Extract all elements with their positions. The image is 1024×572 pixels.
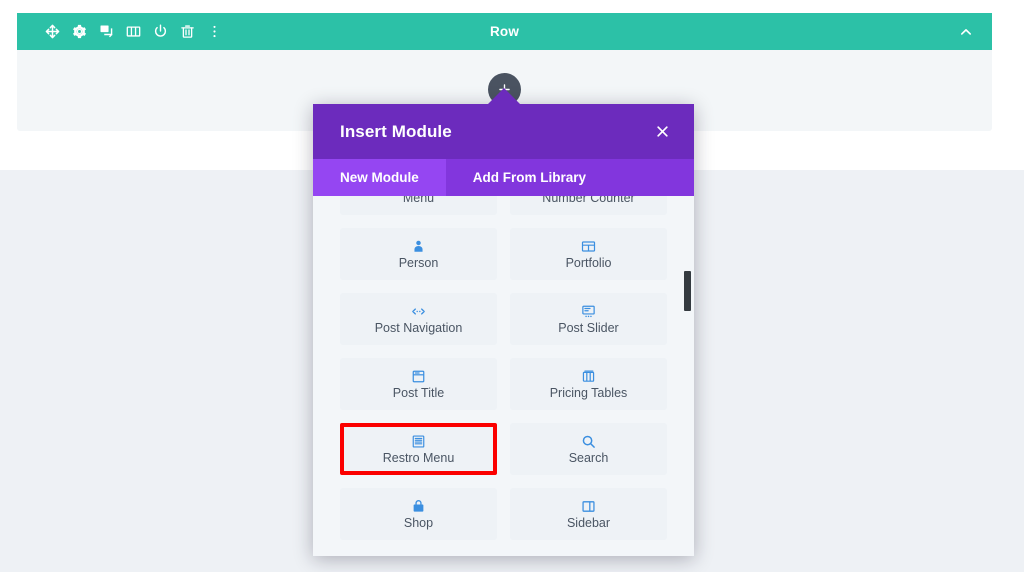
restro-menu-icon <box>411 433 426 449</box>
modal-tabs: New Module Add From Library <box>313 159 694 196</box>
module-tile-label: Post Slider <box>558 321 619 336</box>
pricing-tables-icon <box>581 368 596 384</box>
columns-icon[interactable] <box>120 21 147 43</box>
sidebar-icon <box>581 498 596 514</box>
module-tile-label: Number Counter <box>542 196 635 206</box>
more-options-icon[interactable] <box>201 21 228 43</box>
module-tile-post-title[interactable]: Post Title <box>340 358 497 410</box>
power-icon[interactable] <box>147 21 174 43</box>
module-grid: Menu Number Counter Person Portfolio Post Na… <box>340 196 667 540</box>
module-tile-person[interactable]: Person <box>340 228 497 280</box>
module-tile-label: Pricing Tables <box>549 386 628 401</box>
close-icon[interactable] <box>650 120 674 144</box>
portfolio-icon <box>581 238 596 254</box>
insert-module-modal: Insert Module New Module Add From Librar… <box>313 104 694 556</box>
person-icon <box>411 238 426 254</box>
module-tile-pricing-tables[interactable]: Pricing Tables <box>510 358 667 410</box>
modal-pointer <box>487 88 521 105</box>
module-tile-label: Portfolio <box>565 256 612 271</box>
shop-icon <box>411 498 426 514</box>
module-tile-label: Menu <box>402 196 435 206</box>
duplicate-icon[interactable] <box>93 21 120 43</box>
trash-icon[interactable] <box>174 21 201 43</box>
row-toolbar: Row <box>17 13 992 50</box>
module-tile-label: Post Navigation <box>374 321 463 336</box>
module-tile-post-slider[interactable]: Post Slider <box>510 293 667 345</box>
module-tile-portfolio[interactable]: Portfolio <box>510 228 667 280</box>
module-tile-post-navigation[interactable]: Post Navigation <box>340 293 497 345</box>
module-tile-label: Search <box>568 451 609 466</box>
module-tile-sidebar[interactable]: Sidebar <box>510 488 667 540</box>
module-tile-search[interactable]: Search <box>510 423 667 475</box>
tab-new-module[interactable]: New Module <box>313 159 446 196</box>
module-tile-menu[interactable]: Menu <box>340 196 497 215</box>
search-icon <box>581 433 596 449</box>
module-list: Menu Number Counter Person Portfolio Post Na… <box>313 196 694 556</box>
module-tile-restro-menu[interactable]: Restro Menu <box>340 423 497 475</box>
move-icon[interactable] <box>39 21 66 43</box>
post-title-icon <box>411 368 426 384</box>
module-tile-label: Person <box>398 256 439 271</box>
module-tile-label: Restro Menu <box>382 451 455 466</box>
chevron-up-icon[interactable] <box>954 13 978 50</box>
module-tile-label: Shop <box>403 516 434 531</box>
row-tool-group <box>17 21 228 43</box>
tab-add-from-library[interactable]: Add From Library <box>445 159 614 196</box>
modal-scrollbar-track[interactable] <box>684 196 691 556</box>
module-tile-number-counter[interactable]: Number Counter <box>510 196 667 215</box>
post-slider-icon <box>581 303 596 319</box>
module-tile-label: Post Title <box>392 386 445 401</box>
module-tile-shop[interactable]: Shop <box>340 488 497 540</box>
modal-header: Insert Module <box>313 104 694 159</box>
gear-icon[interactable] <box>66 21 93 43</box>
modal-scrollbar-thumb[interactable] <box>684 271 691 311</box>
module-tile-label: Sidebar <box>566 516 611 531</box>
modal-title: Insert Module <box>340 121 452 141</box>
screen: Row Insert Module New Module Add From Li… <box>0 0 1024 572</box>
post-navigation-icon <box>411 303 426 319</box>
